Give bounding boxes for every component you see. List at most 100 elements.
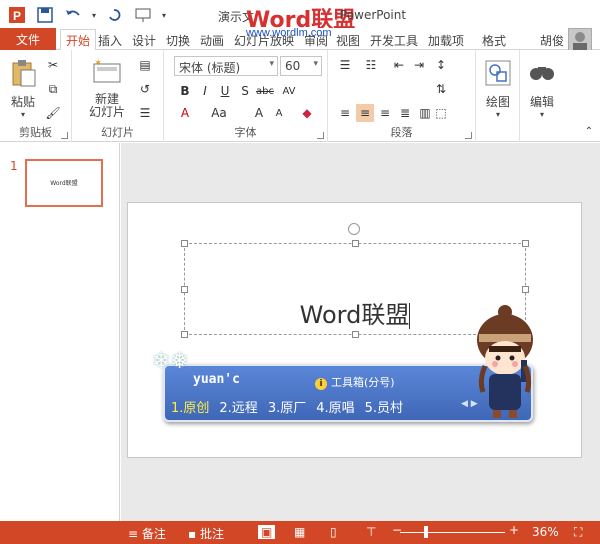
tab-developer[interactable]: 开发工具 bbox=[370, 30, 418, 50]
ime-candidate[interactable]: 3.原厂 bbox=[268, 397, 306, 416]
zoom-level[interactable]: 36% bbox=[532, 525, 559, 539]
resize-handle[interactable] bbox=[181, 286, 188, 293]
resize-handle[interactable] bbox=[352, 240, 359, 247]
slide-number: 1 bbox=[10, 159, 18, 173]
watermark-url: www.wordlm.com bbox=[246, 27, 332, 39]
comments-button[interactable]: ▪ 批注 bbox=[188, 525, 224, 542]
user-name[interactable]: 胡俊 bbox=[540, 32, 564, 49]
columns-icon[interactable]: ▥ bbox=[416, 104, 434, 122]
font-name-dropdown[interactable]: 宋体 (标题) ▾ bbox=[174, 56, 278, 76]
chevron-down-icon: ▾ bbox=[313, 59, 318, 69]
numbering-icon[interactable]: ☷ bbox=[362, 56, 380, 74]
paste-icon bbox=[12, 60, 36, 87]
slide-thumbnail[interactable]: Word联盟 bbox=[25, 159, 103, 207]
slide-sorter-icon[interactable]: ▦ bbox=[294, 525, 305, 539]
undo-icon[interactable] bbox=[62, 5, 84, 25]
normal-view-icon[interactable]: ▣ bbox=[258, 525, 276, 539]
character-spacing-icon[interactable]: AV bbox=[280, 82, 298, 100]
font-size-dropdown[interactable]: 60 ▾ bbox=[280, 56, 322, 76]
notes-button[interactable]: ≡ 备注 bbox=[128, 525, 166, 542]
tab-addins[interactable]: 加载项 bbox=[428, 30, 464, 50]
paste-label: 粘贴 bbox=[10, 95, 35, 109]
tab-format[interactable]: 格式 bbox=[482, 30, 506, 50]
zoom-slider-thumb[interactable] bbox=[424, 526, 428, 538]
save-icon[interactable] bbox=[34, 5, 56, 25]
redo-icon[interactable] bbox=[104, 5, 126, 25]
section-icon[interactable]: ☰ bbox=[136, 104, 154, 122]
zoom-in-icon[interactable]: + bbox=[509, 523, 519, 537]
chevron-down-icon: ▾ bbox=[495, 110, 500, 119]
font-launcher-icon[interactable] bbox=[317, 132, 324, 139]
underline-icon[interactable]: U bbox=[216, 82, 234, 100]
font-color-icon[interactable]: A bbox=[176, 104, 194, 122]
align-center-icon[interactable]: ≡ bbox=[356, 104, 374, 122]
slideshow-icon[interactable]: ⊤ bbox=[366, 525, 376, 539]
customize-qat-icon[interactable]: ▾ bbox=[160, 5, 168, 25]
copy-icon[interactable]: ⧉ bbox=[44, 80, 62, 98]
align-left-icon[interactable]: ≡ bbox=[336, 104, 354, 122]
resize-handle[interactable] bbox=[352, 331, 359, 338]
cut-icon[interactable]: ✂ bbox=[44, 56, 62, 74]
italic-icon[interactable]: I bbox=[196, 82, 214, 100]
justify-icon[interactable]: ≣ bbox=[396, 104, 414, 122]
rotate-handle-icon[interactable] bbox=[348, 223, 360, 235]
smartart-icon[interactable]: ⬚ bbox=[432, 104, 450, 122]
shadow-icon[interactable]: S bbox=[236, 82, 254, 100]
tab-transitions[interactable]: 切换 bbox=[166, 30, 190, 50]
tab-file[interactable]: 文件 bbox=[0, 28, 56, 50]
presentation-icon[interactable] bbox=[132, 5, 154, 25]
binoculars-icon bbox=[530, 67, 554, 80]
group-paragraph: ☰ ☷ ⇤ ⇥ ↕ ⇅ ⬚ ≡ ≡ ≡ ≣ ▥ 段落 bbox=[328, 50, 476, 142]
title-bar: P ▾ ▾ 演示文 Word联盟 PowerPoint bbox=[0, 0, 600, 33]
font-size-value: 60 bbox=[285, 59, 301, 73]
resize-handle[interactable] bbox=[181, 331, 188, 338]
resize-handle[interactable] bbox=[522, 286, 529, 293]
strikethrough-icon[interactable]: abc bbox=[256, 82, 274, 100]
resize-handle[interactable] bbox=[181, 240, 188, 247]
tab-view[interactable]: 视图 bbox=[336, 30, 360, 50]
new-slide-button[interactable]: ✶ 新建 幻灯片 bbox=[82, 58, 132, 119]
tab-insert[interactable]: 插入 bbox=[98, 30, 122, 50]
zoom-slider[interactable] bbox=[400, 532, 505, 533]
change-case-icon[interactable]: Aa bbox=[210, 104, 228, 122]
ime-candidate[interactable]: 4.原唱 bbox=[316, 397, 354, 416]
quick-access-toolbar: P ▾ ▾ bbox=[6, 5, 168, 25]
clipboard-launcher-icon[interactable] bbox=[61, 132, 68, 139]
paragraph-launcher-icon[interactable] bbox=[465, 132, 472, 139]
clear-formatting-icon[interactable]: ◆ bbox=[298, 104, 316, 122]
reset-icon[interactable]: ↺ bbox=[136, 80, 154, 98]
resize-handle[interactable] bbox=[522, 240, 529, 247]
collapse-ribbon-icon[interactable]: ⌃ bbox=[580, 122, 598, 140]
increase-indent-icon[interactable]: ⇥ bbox=[410, 56, 428, 74]
tab-design[interactable]: 设计 bbox=[132, 30, 156, 50]
ime-candidate[interactable]: 1.原创 bbox=[171, 397, 209, 416]
new-slide-label: 新建 幻灯片 bbox=[88, 92, 125, 119]
drawing-label: 绘图 bbox=[485, 95, 510, 109]
bullets-icon[interactable]: ☰ bbox=[336, 56, 354, 74]
shrink-font-icon[interactable]: A bbox=[270, 104, 288, 122]
layout-icon[interactable]: ▤ bbox=[136, 56, 154, 74]
line-spacing-icon[interactable]: ↕ bbox=[432, 56, 450, 74]
bold-icon[interactable]: B bbox=[176, 82, 194, 100]
align-right-icon[interactable]: ≡ bbox=[376, 104, 394, 122]
group-font-label: 字体 bbox=[234, 126, 257, 139]
ime-candidate[interactable]: 5.员村 bbox=[365, 397, 403, 416]
paste-button[interactable]: 粘贴 ▾ bbox=[6, 58, 40, 119]
reading-view-icon[interactable]: ▯ bbox=[330, 525, 337, 539]
decrease-indent-icon[interactable]: ⇤ bbox=[390, 56, 408, 74]
window-title-suffix: PowerPoint bbox=[340, 8, 407, 22]
ime-candidate[interactable]: 2.远程 bbox=[219, 397, 257, 416]
editing-button[interactable]: 编辑 ▾ bbox=[524, 58, 560, 119]
fit-to-window-icon[interactable]: ⛶ bbox=[574, 525, 582, 540]
avatar[interactable] bbox=[568, 28, 592, 52]
text-direction-icon[interactable]: ⇅ bbox=[432, 80, 450, 98]
tab-animations[interactable]: 动画 bbox=[200, 30, 224, 50]
tab-home[interactable]: 开始 bbox=[60, 29, 97, 51]
zoom-out-icon[interactable]: − bbox=[392, 523, 402, 537]
undo-dropdown-icon[interactable]: ▾ bbox=[90, 5, 98, 25]
drawing-button[interactable]: 绘图 ▾ bbox=[480, 58, 516, 119]
status-bar: ≡ 备注 ▪ 批注 ▣ ▦ ▯ ⊤ − + 36% ⛶ bbox=[0, 521, 600, 544]
grow-font-icon[interactable]: A bbox=[250, 104, 268, 122]
ime-toolbox[interactable]: i 工具箱(分号) bbox=[315, 374, 395, 390]
format-painter-icon[interactable]: 🖌 bbox=[44, 104, 62, 122]
